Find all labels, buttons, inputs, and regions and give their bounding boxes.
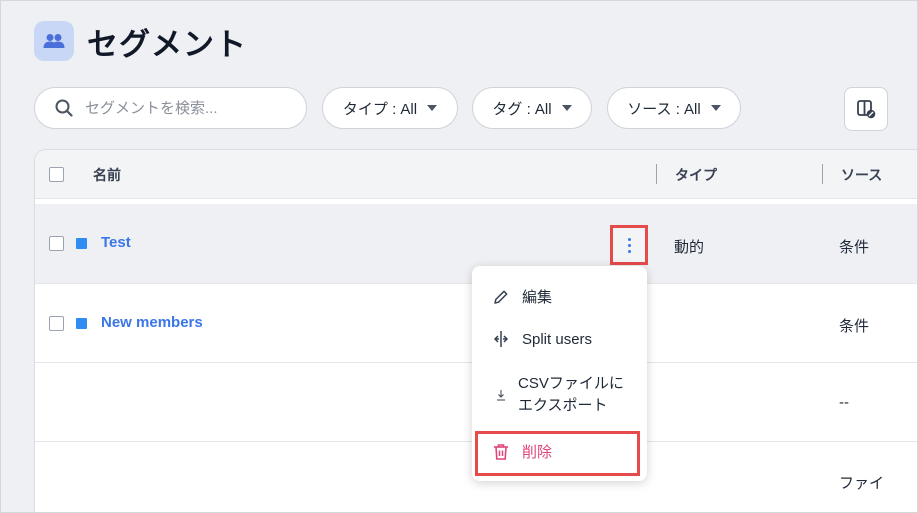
menu-item-label: 編集 <box>522 289 553 306</box>
column-header-type[interactable]: タイプ <box>675 165 717 185</box>
menu-item-label: Split users <box>522 330 593 348</box>
menu-item-edit[interactable]: 編集 <box>472 286 647 307</box>
search-box[interactable] <box>34 87 307 129</box>
segment-name-link[interactable]: Test <box>101 234 131 251</box>
split-icon <box>490 330 512 348</box>
column-header-source[interactable]: ソース <box>841 165 882 185</box>
download-icon <box>490 389 512 401</box>
menu-item-split-users[interactable]: Split users <box>472 330 647 348</box>
segment-color-marker <box>76 238 87 249</box>
chevron-down-icon <box>427 105 438 111</box>
select-all-checkbox[interactable] <box>49 167 64 182</box>
segment-name-link[interactable]: New members <box>101 314 203 331</box>
source-filter-label: ソース : All <box>627 100 701 118</box>
source-filter-dropdown[interactable]: ソース : All <box>607 87 741 129</box>
type-filter-label: タイプ : All <box>342 100 418 118</box>
column-header-name[interactable]: 名前 <box>93 165 121 185</box>
segment-type: 動的 <box>674 239 705 256</box>
more-vertical-icon <box>627 237 631 241</box>
segment-source: 条件 <box>839 239 870 256</box>
segment-source: -- <box>839 394 849 411</box>
menu-item-label: CSVファイルに <box>518 375 624 392</box>
segment-source: ファイ <box>839 475 885 492</box>
column-divider <box>822 164 823 184</box>
row-checkbox[interactable] <box>49 316 64 331</box>
row-actions-menu: 編集 Split users CSVファイルに エクスポート 削除 <box>472 266 647 481</box>
column-divider <box>656 164 657 184</box>
chevron-down-icon <box>561 105 572 111</box>
search-icon <box>55 99 73 117</box>
tag-filter-dropdown[interactable]: タグ : All <box>472 87 592 129</box>
app-window: セグメント タイプ : All タグ : All ソース : All 名前 <box>0 0 918 513</box>
users-icon <box>34 21 74 61</box>
menu-item-label: エクスポート <box>518 397 608 414</box>
search-input[interactable] <box>83 98 287 118</box>
column-settings-icon <box>857 100 876 119</box>
page-title: セグメント <box>87 27 247 62</box>
pencil-icon <box>490 288 512 306</box>
menu-item-export-csv[interactable]: CSVファイルに エクスポート <box>472 372 647 418</box>
column-settings-button[interactable] <box>844 87 888 131</box>
row-actions-button[interactable] <box>610 225 648 265</box>
segment-source: 条件 <box>839 318 870 335</box>
delete-highlight-box <box>475 431 640 476</box>
chevron-down-icon <box>710 105 721 111</box>
type-filter-dropdown[interactable]: タイプ : All <box>322 87 458 129</box>
table-header: 名前 タイプ ソース <box>35 150 917 199</box>
row-checkbox[interactable] <box>49 236 64 251</box>
tag-filter-label: タグ : All <box>492 100 552 118</box>
segment-color-marker <box>76 318 87 329</box>
